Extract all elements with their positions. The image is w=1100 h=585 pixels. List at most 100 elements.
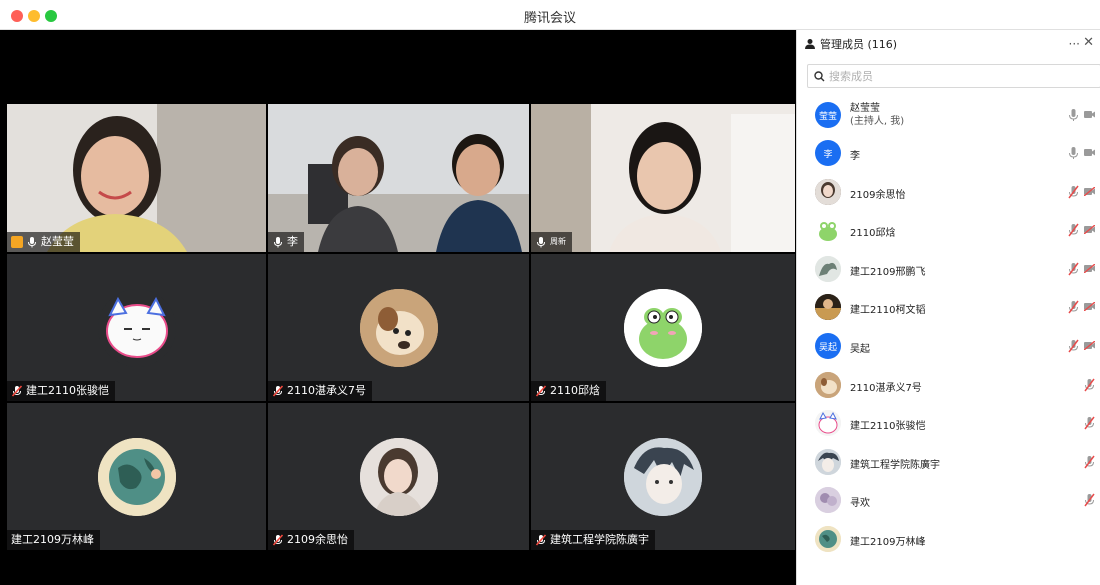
- member-avatar: [815, 256, 841, 282]
- video-tile-3[interactable]: 建工2110张骏恺: [7, 254, 266, 401]
- member-name: 2110邱焓: [850, 228, 896, 239]
- microphone-muted-icon[interactable]: [1068, 185, 1079, 199]
- member-avatar: [815, 179, 841, 205]
- tile-name-tag: 2110邱焓: [531, 381, 606, 401]
- member-row[interactable]: 李 李: [797, 136, 1100, 172]
- video-tile-2[interactable]: 周新: [531, 104, 795, 252]
- video-tile-4[interactable]: 2110湛承义7号: [268, 254, 529, 401]
- video-tile-1[interactable]: 李: [268, 104, 529, 252]
- participant-avatar: [97, 288, 176, 367]
- member-row[interactable]: 建工2110柯文韬: [797, 290, 1100, 326]
- video-tile-0[interactable]: 赵莹莹: [7, 104, 266, 252]
- member-avatar: [815, 294, 841, 320]
- member-name: 吴起: [850, 344, 870, 355]
- search-icon: [814, 70, 825, 81]
- member-name: 赵莹莹 (主持人, 我): [850, 103, 905, 127]
- microphone-icon: [274, 237, 282, 248]
- member-avatar: [815, 217, 841, 243]
- microphone-muted-icon[interactable]: [1084, 416, 1095, 430]
- member-avatar: 莹莹: [815, 102, 841, 128]
- tile-name-tag: 李: [268, 232, 304, 252]
- people-icon: [805, 39, 815, 49]
- member-row[interactable]: 建工2109邢鹏飞: [797, 252, 1100, 288]
- member-avatar: [815, 449, 841, 475]
- member-search-input[interactable]: [829, 69, 1079, 83]
- microphone-muted-icon[interactable]: [1068, 262, 1079, 276]
- members-panel-header: 管理成员 (116): [797, 30, 1100, 58]
- member-row[interactable]: 建工2109万林峰: [797, 522, 1100, 558]
- member-row[interactable]: 建工2110张骏恺: [797, 406, 1100, 442]
- participant-avatar: [624, 288, 702, 367]
- member-row[interactable]: 吴起 吴起: [797, 329, 1100, 365]
- window-title: 腾讯会议: [523, 11, 576, 26]
- camera-off-icon[interactable]: [1084, 225, 1095, 234]
- participant-avatar: [359, 288, 438, 367]
- video-tile-8[interactable]: 建筑工程学院陈廣宇: [531, 403, 795, 550]
- member-avatar: [815, 526, 841, 552]
- member-avatar: [815, 372, 841, 398]
- member-row[interactable]: 建筑工程学院陈廣宇: [797, 445, 1100, 481]
- member-row[interactable]: 2109余思怡: [797, 175, 1100, 211]
- member-avatar: [815, 410, 841, 436]
- microphone-muted-icon[interactable]: [1068, 300, 1079, 314]
- tile-name-tag: 周新: [531, 232, 572, 252]
- microphone-muted-icon: [535, 534, 547, 546]
- camera-icon[interactable]: [1084, 110, 1095, 119]
- member-role: (主持人, 我): [850, 116, 905, 127]
- participant-avatar: [624, 437, 702, 516]
- microphone-icon: [28, 237, 36, 248]
- participant-avatar: [359, 437, 438, 516]
- tile-name-tag: 赵莹莹: [7, 232, 80, 252]
- member-name: 建工2109万林峰: [850, 537, 926, 548]
- microphone-icon: [537, 237, 545, 248]
- microphone-muted-icon[interactable]: [1068, 223, 1079, 237]
- microphone-muted-icon[interactable]: [1084, 378, 1095, 392]
- members-panel-title: 管理成员 (116): [820, 38, 898, 51]
- camera-icon[interactable]: [1084, 148, 1095, 157]
- microphone-muted-icon[interactable]: [1084, 493, 1095, 507]
- member-row[interactable]: 2110邱焓: [797, 213, 1100, 249]
- microphone-icon[interactable]: [1068, 108, 1079, 122]
- member-name: 建工2110柯文韬: [850, 305, 926, 316]
- member-avatar: 吴起: [815, 333, 841, 359]
- member-row[interactable]: 莹莹 赵莹莹 (主持人, 我): [797, 98, 1100, 134]
- tile-name-tag: 2109余思怡: [268, 530, 354, 550]
- microphone-muted-icon: [11, 385, 23, 397]
- member-row[interactable]: 2110湛承义7号: [797, 368, 1100, 404]
- member-name: 建筑工程学院陈廣宇: [850, 460, 940, 471]
- microphone-muted-icon: [272, 534, 284, 546]
- microphone-muted-icon[interactable]: [1084, 455, 1095, 469]
- member-name: 2109余思怡: [850, 190, 906, 201]
- camera-off-icon[interactable]: [1084, 264, 1095, 273]
- camera-off-icon[interactable]: [1084, 187, 1095, 196]
- microphone-icon[interactable]: [1068, 146, 1079, 160]
- window-titlebar: 腾讯会议: [0, 0, 1100, 30]
- tile-name-tag: 2110湛承义7号: [268, 381, 372, 401]
- member-row[interactable]: 寻欢: [797, 483, 1100, 519]
- members-panel: 管理成员 (116) ··· ✕ 莹莹 赵莹莹 (主持人, 我) 李 李 210…: [796, 30, 1100, 585]
- more-options-button[interactable]: ···: [1069, 37, 1080, 51]
- microphone-muted-icon[interactable]: [1068, 339, 1079, 353]
- close-panel-button[interactable]: ✕: [1083, 35, 1094, 50]
- member-name: 建工2109邢鹏飞: [850, 267, 926, 278]
- video-tile-7[interactable]: 2109余思怡: [268, 403, 529, 550]
- video-tile-6[interactable]: 建工2109万林峰: [7, 403, 266, 550]
- video-grid: 赵莹莹 李 周新 建工2110张骏恺 2110湛承义7号 2110邱焓 建工21…: [0, 30, 795, 585]
- host-badge-icon: [11, 236, 23, 248]
- tile-name-tag: 建筑工程学院陈廣宇: [531, 530, 655, 550]
- participant-avatar: [97, 437, 176, 516]
- microphone-muted-icon: [272, 385, 284, 397]
- participant-video: [268, 104, 529, 252]
- member-search-box: [807, 64, 1100, 88]
- member-name: 李: [850, 151, 860, 162]
- video-tile-5[interactable]: 2110邱焓: [531, 254, 795, 401]
- participant-video: [531, 104, 795, 252]
- microphone-muted-icon: [535, 385, 547, 397]
- tile-name-tag: 建工2110张骏恺: [7, 381, 115, 401]
- camera-off-icon[interactable]: [1084, 341, 1095, 350]
- member-avatar: 李: [815, 140, 841, 166]
- member-name: 建工2110张骏恺: [850, 421, 926, 432]
- camera-off-icon[interactable]: [1084, 302, 1095, 311]
- tile-name-tag: 建工2109万林峰: [7, 530, 100, 550]
- member-avatar: [815, 487, 841, 513]
